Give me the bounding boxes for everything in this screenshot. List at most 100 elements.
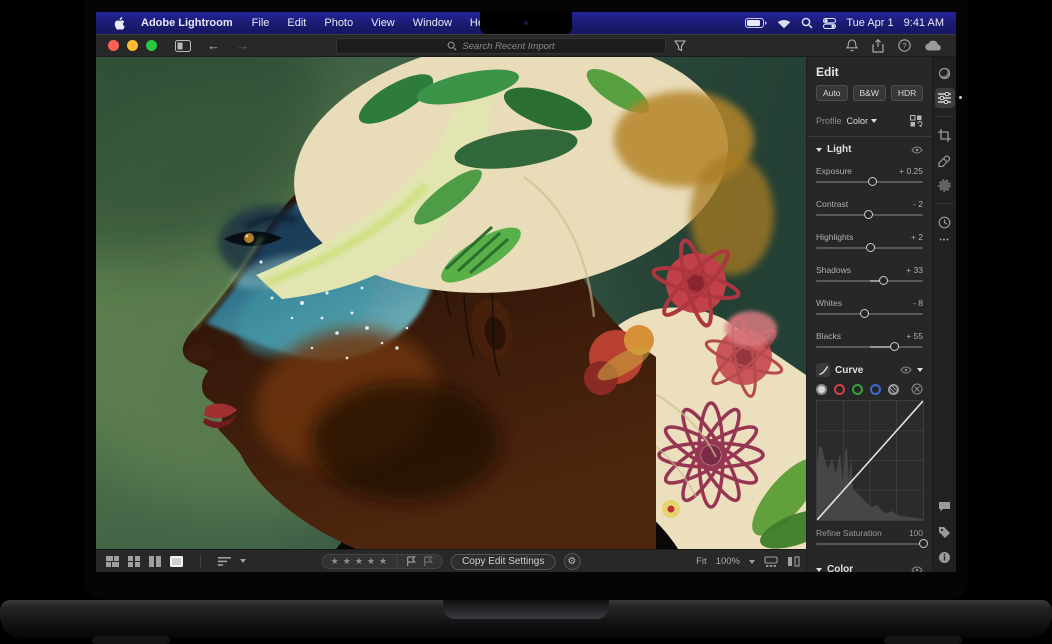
curve-tool-icon[interactable]	[816, 363, 830, 377]
settings-gear-button[interactable]: ⚙	[563, 553, 580, 570]
contrast-label: Contrast	[816, 199, 848, 209]
info-button[interactable]	[935, 547, 955, 567]
keywords-button[interactable]	[935, 522, 955, 542]
lid-lift-notch	[443, 600, 609, 619]
cloud-sync-icon[interactable]	[925, 40, 942, 51]
star-3-icon[interactable]: ★	[355, 556, 365, 567]
zoom-mode-label[interactable]: Fit	[696, 556, 707, 567]
menu-photo[interactable]: Photo	[315, 12, 362, 34]
compare-view-icon[interactable]	[149, 556, 161, 567]
versions-button[interactable]	[935, 212, 955, 232]
highlights-slider[interactable]	[816, 242, 923, 254]
blacks-slider[interactable]	[816, 341, 923, 353]
refine-saturation-knob[interactable]	[919, 539, 928, 548]
blacks-knob[interactable]	[890, 342, 899, 351]
curve-visibility-eye-icon[interactable]	[900, 366, 912, 374]
search-input[interactable]: Search Recent Import	[336, 38, 666, 54]
light-section-title: Light	[827, 144, 851, 155]
notifications-bell-icon[interactable]	[846, 39, 858, 52]
filmstrip-toggle-icon[interactable]	[764, 556, 778, 567]
exposure-knob[interactable]	[868, 177, 877, 186]
color-visibility-eye-icon[interactable]	[911, 566, 923, 573]
healing-tool-button[interactable]	[935, 150, 955, 170]
pick-flag-icon[interactable]	[406, 556, 417, 567]
share-icon[interactable]	[872, 39, 884, 53]
filter-button[interactable]	[674, 39, 686, 57]
profile-dropdown[interactable]: Color	[847, 116, 878, 126]
before-after-icon[interactable]	[787, 556, 800, 567]
star-4-icon[interactable]: ★	[367, 556, 377, 567]
battery-icon[interactable]	[745, 18, 767, 28]
menu-view[interactable]: View	[362, 12, 404, 34]
color-section-header[interactable]: Color	[816, 564, 923, 572]
auto-button[interactable]: Auto	[816, 85, 848, 101]
copy-edit-settings-button[interactable]: Copy Edit Settings	[451, 554, 555, 570]
crop-tool-button[interactable]	[935, 125, 955, 145]
photo-grid-view-icon[interactable]	[106, 556, 119, 567]
masking-tool-button[interactable]	[935, 175, 955, 195]
photo-canvas[interactable]	[96, 57, 806, 549]
back-button[interactable]: ←	[199, 38, 228, 53]
curve-reset-icon[interactable]	[911, 383, 923, 395]
more-tools-button[interactable]: •••	[939, 237, 949, 244]
edit-tool-button[interactable]	[935, 88, 955, 108]
reject-flag-icon[interactable]	[423, 556, 434, 567]
profile-browser-icon[interactable]	[910, 115, 923, 127]
wifi-icon[interactable]	[777, 18, 791, 29]
luminance-channel-button[interactable]	[816, 384, 827, 395]
shadows-knob[interactable]	[879, 276, 888, 285]
menu-date[interactable]: Tue Apr 1	[846, 17, 893, 29]
whites-slider[interactable]	[816, 308, 923, 320]
sort-icon[interactable]	[218, 557, 231, 566]
menu-file[interactable]: File	[243, 12, 279, 34]
menu-bar: Adobe Lightroom File Edit Photo View Win…	[96, 12, 956, 34]
color-collapse-chevron-icon	[816, 568, 822, 572]
square-grid-view-icon[interactable]	[128, 556, 140, 567]
apple-menu[interactable]	[108, 17, 131, 30]
divider	[937, 203, 953, 204]
exposure-label: Exposure	[816, 166, 852, 176]
star-2-icon[interactable]: ★	[343, 556, 353, 567]
minimize-button[interactable]	[127, 40, 138, 51]
menu-app-name[interactable]: Adobe Lightroom	[131, 12, 243, 34]
comments-button[interactable]	[935, 497, 955, 517]
contrast-knob[interactable]	[864, 210, 873, 219]
hdr-button[interactable]: HDR	[891, 85, 923, 101]
spotlight-icon[interactable]	[801, 17, 813, 29]
exposure-slider[interactable]	[816, 176, 923, 188]
zoom-button[interactable]	[146, 40, 157, 51]
sort-chevron-icon[interactable]	[240, 559, 246, 563]
menu-window[interactable]: Window	[404, 12, 461, 34]
zoom-chevron-icon[interactable]	[749, 560, 755, 564]
refine-saturation-slider[interactable]	[816, 538, 923, 550]
shadows-slider[interactable]	[816, 275, 923, 287]
highlights-knob[interactable]	[866, 243, 875, 252]
menu-time[interactable]: 9:41 AM	[904, 17, 944, 29]
light-section-header[interactable]: Light	[816, 144, 923, 155]
close-button[interactable]	[108, 40, 119, 51]
divider	[200, 555, 201, 567]
help-icon[interactable]: ?	[898, 39, 911, 52]
star-1-icon[interactable]: ★	[331, 556, 341, 567]
light-visibility-eye-icon[interactable]	[911, 146, 923, 154]
point-curve-button[interactable]	[888, 384, 899, 395]
sidebar-toggle-button[interactable]	[167, 40, 199, 52]
presets-button[interactable]	[935, 63, 955, 83]
control-center-icon[interactable]	[823, 18, 836, 29]
filter-icon	[674, 40, 686, 52]
exposure-value: + 0.25	[899, 166, 923, 176]
detail-view-icon[interactable]	[170, 556, 183, 567]
curve-section-header[interactable]: Curve	[816, 363, 923, 377]
contrast-slider[interactable]	[816, 209, 923, 221]
curve-collapse-chevron-icon[interactable]	[917, 368, 923, 372]
forward-button[interactable]: →	[228, 38, 257, 53]
bw-button[interactable]: B&W	[853, 85, 886, 101]
menu-edit[interactable]: Edit	[278, 12, 315, 34]
red-channel-button[interactable]	[834, 384, 845, 395]
tone-curve-editor[interactable]	[816, 400, 924, 521]
blue-channel-button[interactable]	[870, 384, 881, 395]
whites-knob[interactable]	[860, 309, 869, 318]
green-channel-button[interactable]	[852, 384, 863, 395]
star-5-icon[interactable]: ★	[379, 556, 389, 567]
zoom-level-value[interactable]: 100%	[716, 556, 740, 567]
